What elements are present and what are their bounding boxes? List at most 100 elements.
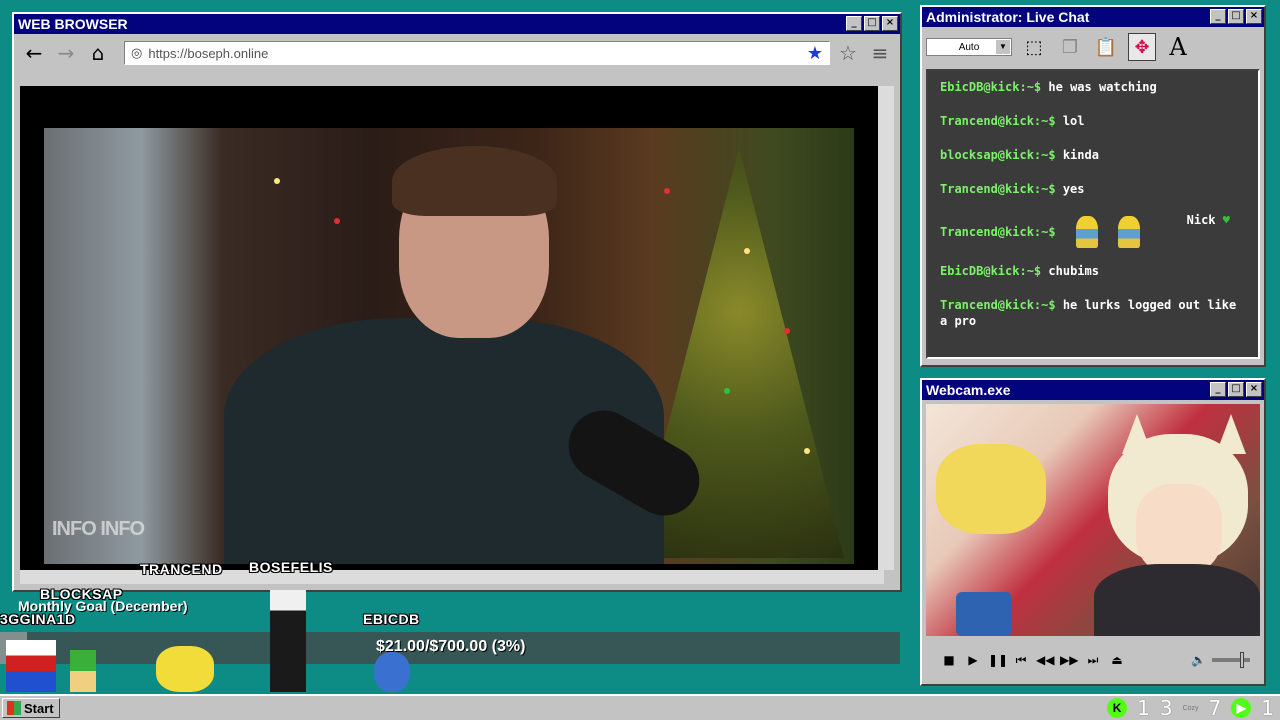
avatar-face: [1136, 484, 1222, 574]
font-select[interactable]: Auto ▼: [926, 38, 1012, 56]
browser-titlebar[interactable]: WEB BROWSER _ □ ×: [14, 14, 900, 34]
chat-text: he was watching: [1048, 80, 1157, 94]
sprite-bosefelis: [270, 590, 306, 692]
chat-username: Trancend@kick:~$: [940, 114, 1056, 128]
nick-label: Nick ♥: [1186, 213, 1230, 227]
goal-title: Monthly Goal (December): [18, 598, 188, 614]
vertical-scrollbar[interactable]: [878, 86, 894, 570]
play-circle-icon[interactable]: ▶: [1231, 698, 1252, 718]
select-icon[interactable]: ⬚: [1020, 33, 1048, 61]
tray-small-label: Cozy: [1182, 704, 1199, 712]
video-frame: INFO INFO: [44, 128, 854, 564]
close-button[interactable]: ×: [1246, 382, 1262, 397]
name-tag-trancend: TRANCEND: [140, 561, 223, 577]
person-hair: [392, 146, 557, 216]
chat-message: Trancend@kick:~$ lol: [940, 113, 1250, 129]
webcam-view: [926, 404, 1260, 636]
star-filled-icon[interactable]: ★: [807, 43, 823, 64]
copy-icon[interactable]: ❐: [1056, 33, 1084, 61]
name-tag-ebicdb: EBICDB: [363, 611, 420, 627]
browser-title: WEB BROWSER: [18, 16, 128, 32]
volume-slider[interactable]: [1212, 652, 1250, 668]
chat-username: Trancend@kick:~$: [940, 182, 1056, 196]
paste-icon[interactable]: 📋: [1092, 33, 1120, 61]
chat-message: blocksap@kick:~$ kinda: [940, 147, 1250, 163]
sprite-pikachu: [156, 646, 214, 692]
minimize-button[interactable]: _: [1210, 382, 1226, 397]
webcam-title: Webcam.exe: [926, 382, 1011, 398]
minimize-button[interactable]: _: [1210, 9, 1226, 24]
font-icon[interactable]: A: [1164, 33, 1192, 61]
arrow-left-icon[interactable]: ←: [20, 39, 48, 67]
rewind-icon[interactable]: ◀◀: [1036, 653, 1054, 667]
stop-icon[interactable]: ■: [940, 653, 958, 667]
globe-icon: ◎: [131, 45, 143, 61]
system-tray: K 1 3 Cozy 7 ▶ 1: [1107, 696, 1274, 720]
tray-number-3: 7: [1208, 696, 1222, 720]
plush-toy: [936, 444, 1046, 534]
move-icon[interactable]: ✥: [1128, 33, 1156, 61]
pause-icon[interactable]: ❚❚: [988, 653, 1008, 667]
browser-toolbar: ← → ⌂ ◎ https://boseph.online ★ ☆ ≡: [14, 34, 900, 72]
home-icon[interactable]: ⌂: [84, 39, 112, 67]
sprite-mario: [6, 640, 56, 692]
maximize-button[interactable]: □: [1228, 9, 1244, 24]
media-controls: ■ ▶ ❚❚ ⏮ ◀◀ ▶▶ ⏭ ⏏ 🔈: [926, 642, 1260, 678]
maximize-button[interactable]: □: [1228, 382, 1244, 397]
chat-message: Trancend@kick:~$ Nick ♥: [940, 213, 1250, 249]
maximize-button[interactable]: □: [864, 16, 880, 31]
start-label: Start: [24, 700, 54, 716]
address-bar[interactable]: ◎ https://boseph.online ★: [124, 41, 830, 65]
watermark-logo: INFO INFO: [52, 518, 145, 540]
chat-message: EbicDB@kick:~$ he was watching: [940, 79, 1250, 95]
chat-window: Administrator: Live Chat _ □ × Auto ▼ ⬚ …: [920, 5, 1266, 367]
webcam-window: Webcam.exe _ □ × ■ ▶ ❚❚ ⏮ ◀◀ ▶▶ ⏭ ⏏ 🔈: [920, 378, 1266, 686]
fast-forward-icon[interactable]: ▶▶: [1060, 653, 1078, 667]
windows-logo-icon: [7, 701, 21, 715]
emote-icon: [1075, 216, 1098, 248]
taskbar: Start K 1 3 Cozy 7 ▶ 1: [0, 694, 1280, 720]
chat-text: chubims: [1048, 264, 1099, 278]
eject-icon[interactable]: ⏏: [1108, 653, 1126, 667]
close-button[interactable]: ×: [1246, 9, 1262, 24]
video-player[interactable]: INFO INFO: [20, 86, 884, 570]
emote-icon: [1117, 216, 1140, 248]
heart-icon: ♥: [1222, 213, 1230, 227]
sprite-ebicdb: [374, 652, 410, 692]
star-outline-icon[interactable]: ☆: [834, 39, 862, 67]
sprite-green: [70, 650, 96, 692]
tray-number-1: 1: [1137, 696, 1150, 720]
chat-text: kinda: [1062, 148, 1099, 162]
chat-titlebar[interactable]: Administrator: Live Chat _ □ ×: [922, 7, 1264, 27]
font-select-value: Auto: [958, 41, 980, 53]
chat-username: EbicDB@kick:~$: [940, 80, 1042, 94]
browser-window: WEB BROWSER _ □ × ← → ⌂ ◎ https://boseph…: [12, 12, 902, 592]
kick-icon[interactable]: K: [1107, 698, 1128, 718]
speaker-icon[interactable]: 🔈: [1191, 653, 1206, 667]
chat-message: EbicDB@kick:~$ chubims: [940, 263, 1250, 279]
tray-number-4: 1: [1261, 696, 1274, 720]
webcam-titlebar[interactable]: Webcam.exe _ □ ×: [922, 380, 1264, 400]
chat-title: Administrator: Live Chat: [926, 9, 1090, 25]
arrow-right-icon[interactable]: →: [52, 39, 80, 67]
skip-end-icon[interactable]: ⏭: [1084, 653, 1102, 668]
chat-log[interactable]: EbicDB@kick:~$ he was watching Trancend@…: [926, 69, 1260, 359]
minimize-button[interactable]: _: [846, 16, 862, 31]
url-text: https://boseph.online: [148, 45, 269, 61]
chat-username: Trancend@kick:~$: [940, 225, 1056, 239]
close-button[interactable]: ×: [882, 16, 898, 31]
start-button[interactable]: Start: [2, 698, 60, 718]
chat-message: Trancend@kick:~$ yes: [940, 181, 1250, 197]
mug: [956, 592, 1012, 636]
avatar-body: [1094, 564, 1260, 636]
chat-text: yes: [1062, 182, 1085, 196]
name-tag-bosefelis: BOSEFELIS: [249, 559, 333, 575]
tray-number-2: 3: [1159, 696, 1173, 720]
chat-username: EbicDB@kick:~$: [940, 264, 1042, 278]
chat-message: Trancend@kick:~$ he lurks logged out lik…: [940, 297, 1250, 329]
chat-text: lol: [1062, 114, 1085, 128]
skip-start-icon[interactable]: ⏮: [1012, 653, 1030, 668]
hamburger-icon[interactable]: ≡: [866, 39, 894, 67]
play-icon[interactable]: ▶: [964, 653, 982, 667]
chat-toolbar: Auto ▼ ⬚ ❐ 📋 ✥ A: [922, 27, 1264, 67]
